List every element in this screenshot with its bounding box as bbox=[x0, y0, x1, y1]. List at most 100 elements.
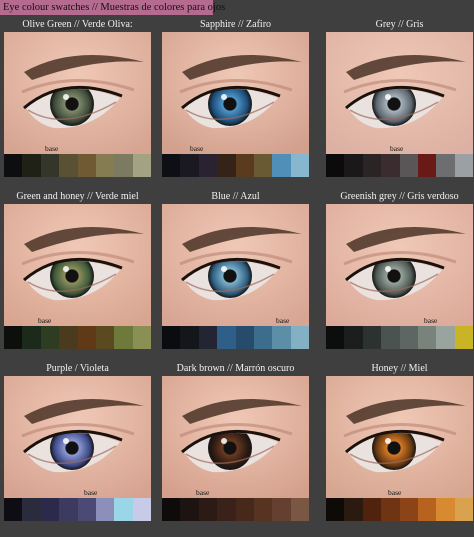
base-label: base bbox=[38, 316, 52, 325]
color-swatch bbox=[344, 326, 363, 349]
color-swatch bbox=[381, 498, 400, 521]
color-swatch-strip bbox=[162, 326, 309, 349]
color-swatch bbox=[180, 154, 199, 177]
color-swatch bbox=[217, 326, 236, 349]
color-swatch bbox=[132, 154, 151, 177]
color-swatch-strip bbox=[4, 154, 151, 177]
color-swatch bbox=[180, 326, 199, 349]
color-swatch bbox=[114, 326, 133, 349]
base-label: base bbox=[388, 488, 402, 497]
eye-swatch-card: Dark brown // Marrón oscuro base bbox=[162, 362, 309, 521]
color-swatch bbox=[132, 326, 151, 349]
eye-image: base bbox=[326, 376, 473, 498]
base-label: base bbox=[276, 316, 290, 325]
color-swatch bbox=[114, 154, 133, 177]
page-title: Eye colour swatches // Muestras de color… bbox=[0, 0, 225, 15]
color-swatch bbox=[217, 154, 236, 177]
color-swatch bbox=[59, 498, 78, 521]
color-swatch bbox=[217, 498, 236, 521]
base-label: base bbox=[196, 488, 210, 497]
color-swatch bbox=[162, 154, 181, 177]
eye-swatch-card: Green and honey // Verde miel base bbox=[4, 190, 151, 349]
eye-swatch-card: Honey // Miel base bbox=[326, 362, 473, 521]
swatch-title: Blue // Azul bbox=[211, 191, 260, 202]
eye-swatch-card: Grey // Gris base bbox=[326, 18, 473, 177]
color-swatch bbox=[198, 326, 218, 349]
color-swatch bbox=[162, 326, 181, 349]
color-swatch bbox=[180, 498, 199, 521]
eye-swatch-card: Purple / Violeta base bbox=[4, 362, 151, 521]
swatch-title: Greenish grey // Gris verdoso bbox=[340, 191, 459, 202]
color-swatch bbox=[235, 498, 254, 521]
color-swatch bbox=[77, 498, 96, 521]
eye-image: base bbox=[4, 204, 151, 326]
color-swatch bbox=[253, 498, 273, 521]
color-swatch bbox=[22, 154, 41, 177]
color-swatch bbox=[436, 498, 455, 521]
color-swatch-strip bbox=[326, 326, 473, 349]
color-swatch bbox=[272, 154, 291, 177]
color-swatch bbox=[326, 326, 345, 349]
eye-image: base bbox=[326, 32, 473, 154]
color-swatch bbox=[4, 326, 23, 349]
swatch-title: Green and honey // Verde miel bbox=[16, 191, 139, 202]
color-swatch bbox=[326, 154, 345, 177]
color-swatch bbox=[454, 498, 473, 521]
eye-swatch-card: Sapphire // Zafiro base bbox=[162, 18, 309, 177]
swatch-title: Dark brown // Marrón oscuro bbox=[176, 363, 295, 374]
color-swatch bbox=[399, 326, 418, 349]
color-swatch bbox=[4, 154, 23, 177]
color-swatch-strip bbox=[4, 326, 151, 349]
color-swatch bbox=[290, 326, 309, 349]
color-swatch bbox=[59, 154, 78, 177]
color-swatch bbox=[417, 326, 437, 349]
color-swatch bbox=[253, 326, 273, 349]
color-swatch bbox=[40, 498, 60, 521]
eye-swatch-card: Olive Green // Verde Oliva: base bbox=[4, 18, 151, 177]
eye-swatch-card: Blue // Azul base bbox=[162, 190, 309, 349]
swatch-title: Sapphire // Zafiro bbox=[199, 19, 272, 30]
base-label: base bbox=[390, 144, 404, 153]
color-swatch-strip bbox=[4, 498, 151, 521]
base-label: base bbox=[84, 488, 98, 497]
color-swatch bbox=[59, 326, 78, 349]
eye-image: base bbox=[326, 204, 473, 326]
color-swatch bbox=[362, 326, 382, 349]
color-swatch bbox=[95, 154, 115, 177]
color-swatch bbox=[132, 498, 151, 521]
color-swatch bbox=[362, 154, 382, 177]
swatch-title: Purple / Violeta bbox=[46, 363, 109, 374]
eye-image: base bbox=[4, 32, 151, 154]
eye-image: base bbox=[162, 32, 309, 154]
color-swatch bbox=[326, 498, 345, 521]
color-swatch bbox=[399, 498, 418, 521]
color-swatch bbox=[436, 154, 455, 177]
eye-swatch-card: Greenish grey // Gris verdoso base bbox=[326, 190, 473, 349]
color-swatch bbox=[22, 326, 41, 349]
eye-image: base bbox=[4, 376, 151, 498]
color-swatch bbox=[417, 498, 437, 521]
color-swatch bbox=[290, 154, 309, 177]
color-swatch bbox=[381, 154, 400, 177]
color-swatch-strip bbox=[162, 498, 309, 521]
swatch-title: Olive Green // Verde Oliva: bbox=[22, 19, 133, 30]
color-swatch bbox=[4, 498, 23, 521]
color-swatch bbox=[362, 498, 382, 521]
color-swatch bbox=[272, 498, 291, 521]
base-label: base bbox=[45, 144, 59, 153]
color-swatch bbox=[436, 326, 455, 349]
base-label: base bbox=[190, 144, 204, 153]
color-swatch bbox=[381, 326, 400, 349]
color-swatch bbox=[417, 154, 437, 177]
color-swatch-strip bbox=[326, 498, 473, 521]
color-swatch bbox=[399, 154, 418, 177]
color-swatch bbox=[344, 498, 363, 521]
color-swatch bbox=[253, 154, 273, 177]
eye-image: base bbox=[162, 204, 309, 326]
color-swatch bbox=[77, 154, 96, 177]
swatch-title: Grey // Gris bbox=[375, 19, 424, 30]
color-swatch bbox=[290, 498, 309, 521]
color-swatch bbox=[162, 498, 181, 521]
color-swatch bbox=[95, 498, 115, 521]
color-swatch bbox=[40, 154, 60, 177]
